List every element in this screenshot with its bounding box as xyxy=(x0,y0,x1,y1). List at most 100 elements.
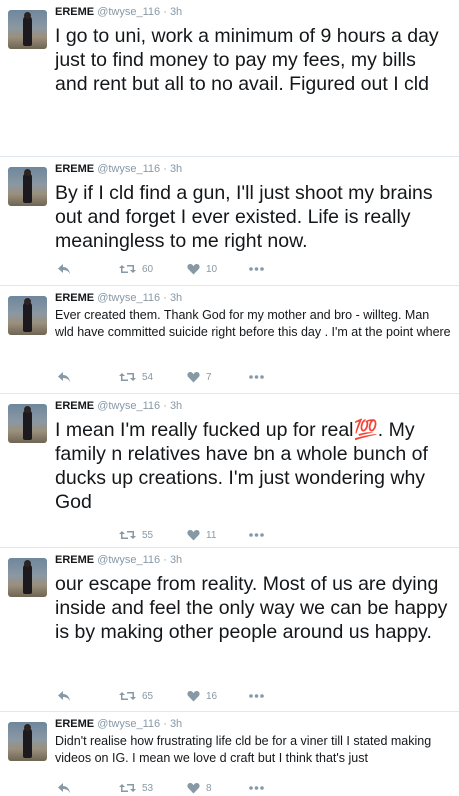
display-name[interactable]: EREME xyxy=(55,163,94,175)
tweet-header: EREME @twyse_116 · 3h xyxy=(55,400,182,413)
tweet-actions: 54 7 xyxy=(55,369,315,385)
retweet-button[interactable]: 65 xyxy=(119,688,153,704)
more-icon xyxy=(249,375,264,379)
like-button[interactable]: 10 xyxy=(187,261,217,277)
tweet-actions: 55 11 xyxy=(55,527,315,543)
retweet-icon xyxy=(119,784,136,792)
more-button[interactable] xyxy=(249,527,264,543)
more-icon xyxy=(249,694,264,698)
more-button[interactable] xyxy=(249,261,264,277)
reply-button[interactable] xyxy=(57,369,71,385)
retweet-icon xyxy=(119,373,136,381)
like-count: 11 xyxy=(206,529,217,541)
avatar[interactable] xyxy=(8,296,47,335)
user-handle[interactable]: @twyse_116 xyxy=(97,400,160,412)
reply-icon xyxy=(58,264,70,274)
avatar[interactable] xyxy=(8,167,47,206)
like-button[interactable]: 7 xyxy=(187,369,212,385)
like-count: 8 xyxy=(206,782,212,794)
user-handle[interactable]: @twyse_116 xyxy=(97,554,160,566)
more-button[interactable] xyxy=(249,369,264,385)
like-button[interactable]: 16 xyxy=(187,688,217,704)
more-button[interactable] xyxy=(249,780,264,796)
separator-dot: · xyxy=(163,554,167,566)
reply-button[interactable] xyxy=(57,780,71,796)
tweet-text: I go to uni, work a minimum of 9 hours a… xyxy=(55,25,439,95)
like-button[interactable]: 11 xyxy=(187,527,216,543)
display-name[interactable]: EREME xyxy=(55,292,94,304)
retweet-count: 53 xyxy=(142,782,154,794)
heart-icon xyxy=(187,530,200,541)
user-handle[interactable]: @twyse_116 xyxy=(97,718,160,730)
tweet[interactable]: EREME @twyse_116 · 3h I go to uni, work … xyxy=(0,0,459,157)
retweet-icon xyxy=(119,265,136,273)
reply-icon xyxy=(58,691,70,701)
avatar[interactable] xyxy=(8,558,47,597)
separator-dot: · xyxy=(163,400,167,412)
heart-icon xyxy=(187,783,200,794)
timestamp[interactable]: 3h xyxy=(170,554,182,566)
heart-icon xyxy=(187,691,200,702)
retweet-button[interactable]: 54 xyxy=(119,369,153,385)
tweet[interactable]: EREME @twyse_116 · 3h By if I cld find a… xyxy=(0,157,459,286)
more-icon xyxy=(249,267,264,271)
tweet[interactable]: EREME @twyse_116 · 3h Ever created them.… xyxy=(0,286,459,394)
tweet[interactable]: EREME @twyse_116 · 3h I mean I'm really … xyxy=(0,394,459,548)
like-count: 10 xyxy=(206,263,218,275)
tweet-actions: 53 8 xyxy=(55,780,315,796)
heart-icon xyxy=(187,264,200,275)
tweet[interactable]: EREME @twyse_116 · 3h our escape from re… xyxy=(0,548,459,712)
retweet-count: 54 xyxy=(142,371,154,383)
reply-icon xyxy=(58,372,70,382)
display-name[interactable]: EREME xyxy=(55,400,94,412)
retweet-button[interactable]: 60 xyxy=(119,261,153,277)
tweet-header: EREME @twyse_116 · 3h xyxy=(55,718,182,731)
retweet-icon xyxy=(119,531,136,539)
reply-icon xyxy=(58,783,70,793)
retweet-button[interactable]: 53 xyxy=(119,780,153,796)
timestamp[interactable]: 3h xyxy=(170,163,182,175)
retweet-icon xyxy=(119,692,136,700)
tweet-header: EREME @twyse_116 · 3h xyxy=(55,554,182,567)
tweet[interactable]: EREME @twyse_116 · 3h Didn't realise how… xyxy=(0,712,459,796)
separator-dot: · xyxy=(163,718,167,730)
tweet-text: Didn't realise how frustrating life cld … xyxy=(55,734,432,765)
avatar[interactable] xyxy=(8,10,47,49)
reply-button[interactable] xyxy=(57,261,71,277)
separator-dot: · xyxy=(163,6,167,18)
heart-icon xyxy=(187,372,200,383)
separator-dot: · xyxy=(163,292,167,304)
user-handle[interactable]: @twyse_116 xyxy=(97,6,160,18)
tweet-text: our escape from reality. Most of us are … xyxy=(55,573,448,643)
timestamp[interactable]: 3h xyxy=(170,400,182,412)
tweet-text: By if I cld find a gun, I'll just shoot … xyxy=(55,182,433,252)
user-handle[interactable]: @twyse_116 xyxy=(97,163,160,175)
retweet-count: 60 xyxy=(142,263,154,275)
display-name[interactable]: EREME xyxy=(55,554,94,566)
like-button[interactable]: 8 xyxy=(187,780,212,796)
timestamp[interactable]: 3h xyxy=(170,292,182,304)
tweet-text: I mean I'm really fucked up for real💯. M… xyxy=(55,419,428,513)
tweet-header: EREME @twyse_116 · 3h xyxy=(55,6,182,19)
more-button[interactable] xyxy=(249,688,264,704)
avatar[interactable] xyxy=(8,722,47,761)
retweet-count: 55 xyxy=(142,529,154,541)
tweet-header: EREME @twyse_116 · 3h xyxy=(55,163,182,176)
retweet-count: 65 xyxy=(142,690,154,702)
avatar[interactable] xyxy=(8,404,47,443)
user-handle[interactable]: @twyse_116 xyxy=(97,292,160,304)
like-count: 16 xyxy=(206,690,218,702)
more-icon xyxy=(249,533,264,537)
tweet-header: EREME @twyse_116 · 3h xyxy=(55,292,182,305)
more-icon xyxy=(249,786,264,790)
display-name[interactable]: EREME xyxy=(55,718,94,730)
like-count: 7 xyxy=(206,371,212,383)
timestamp[interactable]: 3h xyxy=(170,6,182,18)
reply-button[interactable] xyxy=(57,688,71,704)
tweet-actions: 60 10 xyxy=(55,261,315,277)
tweet-actions: 65 16 xyxy=(55,688,315,704)
separator-dot: · xyxy=(163,163,167,175)
retweet-button[interactable]: 55 xyxy=(119,527,153,543)
timestamp[interactable]: 3h xyxy=(170,718,182,730)
display-name[interactable]: EREME xyxy=(55,6,94,18)
